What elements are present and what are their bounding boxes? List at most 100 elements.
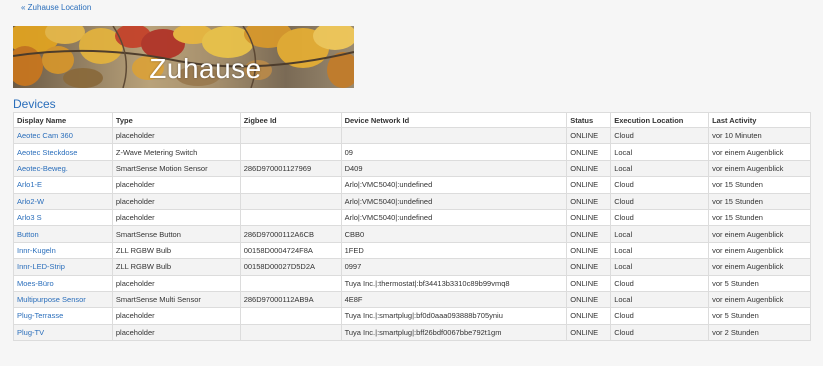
device-name-link[interactable]: Plug-TV [17,328,44,337]
execution-location: Cloud [610,307,710,325]
device-network-id: Arlo|:VMC5040|:undefined [340,208,568,227]
device-name-link[interactable]: Innr-Kugeln [17,246,56,255]
last-activity: vor einem Augenblick [708,159,811,178]
table-row: Aeotec Steckdose Z-Wave Metering Switch 09… [13,143,811,161]
device-name-link[interactable]: Innr-LED-Strip [17,262,65,271]
execution-location: Local [610,143,710,161]
table-row: Arlo1-E placeholder Arlo|:VMC5040|:undefin… [13,176,811,194]
device-network-id: Tuya Inc.|:smartplug|:bff26bdf0067bbe792… [340,323,568,342]
table-row: Aeotec Cam 360 placeholder ONLINE Cloud vor … [13,126,811,145]
device-network-id: Tuya Inc.|:smartplug|:bf0d0aaa093888b705… [340,307,568,325]
last-activity: vor 2 Stunden [708,323,811,342]
device-type: placeholder [111,307,241,325]
zigbee-id: 286D97000112A6CB [239,225,342,243]
last-activity: vor 15 Stunden [708,192,811,210]
device-name-cell: Button [13,225,113,243]
device-type: placeholder [111,126,241,145]
device-name-link[interactable]: Plug-Terrasse [17,311,63,320]
device-status: ONLINE [566,143,612,161]
table-row: Aeotec-Beweg. SmartSense Motion Sensor 286… [13,159,811,178]
device-type: SmartSense Button [111,225,241,243]
device-network-id: D409 [340,159,568,178]
device-network-id: Tuya Inc.|:thermostat|:bf34413b3310c89b9… [340,274,568,292]
device-type: placeholder [111,208,241,227]
device-type: placeholder [111,274,241,292]
device-type: placeholder [111,323,241,342]
execution-location: Local [610,225,710,243]
last-activity: vor 15 Stunden [708,176,811,194]
table-row: Arlo2-W placeholder Arlo|:VMC5040|:undefin… [13,192,811,210]
column-header-zigbee-id[interactable]: Zigbee Id [239,112,342,128]
column-header-device-network-id[interactable]: Device Network Id [340,112,568,128]
execution-location: Cloud [610,208,710,227]
back-to-location-link[interactable]: « Zuhause Location [21,3,91,12]
device-name-link[interactable]: Aeotec-Beweg. [17,164,68,173]
devices-table: Display Name Type Zigbee Id Device Netwo… [13,112,811,342]
location-banner: Zuhause [13,26,354,88]
device-status: ONLINE [566,176,612,194]
device-type: Z-Wave Metering Switch [111,143,241,161]
zigbee-id [239,208,342,227]
device-status: ONLINE [566,307,612,325]
device-name-cell: Plug-Terrasse [13,307,113,325]
column-header-last-activity[interactable]: Last Activity [708,112,811,128]
last-activity: vor 5 Stunden [708,307,811,325]
table-row: Arlo3 S placeholder Arlo|:VMC5040|:undefin… [13,208,811,227]
zigbee-id: 00158D00027D5D2A [239,258,342,276]
column-header-type[interactable]: Type [111,112,241,128]
device-name-link[interactable]: Aeotec Cam 360 [17,131,73,140]
device-name-link[interactable]: Arlo1-E [17,180,42,189]
execution-location: Cloud [610,176,710,194]
execution-location: Cloud [610,274,710,292]
device-name-cell: Moes-Büro [13,274,113,292]
zigbee-id [239,192,342,210]
last-activity: vor einem Augenblick [708,290,811,309]
device-name-link[interactable]: Arlo2-W [17,197,44,206]
zigbee-id [239,323,342,342]
zigbee-id: 286D97000112AB9A [239,290,342,309]
zigbee-id [239,307,342,325]
column-header-display-name[interactable]: Display Name [13,112,113,128]
device-network-id: Arlo|:VMC5040|:undefined [340,176,568,194]
last-activity: vor 15 Stunden [708,208,811,227]
device-status: ONLINE [566,225,612,243]
device-type: placeholder [111,176,241,194]
last-activity: vor 10 Minuten [708,126,811,145]
device-type: ZLL RGBW Bulb [111,258,241,276]
device-network-id: 4E8F [340,290,568,309]
table-row: Multipurpose Sensor SmartSense Multi Sens… [13,290,811,309]
table-row: Innr-LED-Strip ZLL RGBW Bulb 00158D00027D5… [13,258,811,276]
device-status: ONLINE [566,126,612,145]
location-title: Zuhause [149,53,262,84]
zigbee-id [239,274,342,292]
device-status: ONLINE [566,323,612,342]
device-network-id: 0997 [340,258,568,276]
device-name-cell: Aeotec Steckdose [13,143,113,161]
zigbee-id: 00158D0004724F8A [239,241,342,260]
table-header-row: Display Name Type Zigbee Id Device Netwo… [13,112,811,128]
device-name-link[interactable]: Aeotec Steckdose [17,148,77,157]
column-header-status[interactable]: Status [566,112,612,128]
execution-location: Local [610,241,710,260]
device-name-link[interactable]: Button [17,230,39,239]
device-status: ONLINE [566,241,612,260]
execution-location: Local [610,258,710,276]
device-name-link[interactable]: Multipurpose Sensor [17,295,86,304]
device-network-id [340,126,568,145]
device-name-link[interactable]: Arlo3 S [17,213,42,222]
column-header-execution-location[interactable]: Execution Location [610,112,710,128]
device-network-id: CBB0 [340,225,568,243]
device-status: ONLINE [566,208,612,227]
device-status: ONLINE [566,159,612,178]
device-name-link[interactable]: Moes-Büro [17,279,54,288]
device-name-cell: Arlo2-W [13,192,113,210]
zigbee-id [239,126,342,145]
last-activity: vor einem Augenblick [708,143,811,161]
execution-location: Cloud [610,126,710,145]
device-network-id: 09 [340,143,568,161]
table-row: Innr-Kugeln ZLL RGBW Bulb 00158D0004724F8A… [13,241,811,260]
device-name-cell: Innr-LED-Strip [13,258,113,276]
device-name-cell: Arlo3 S [13,208,113,227]
table-row: Plug-TV placeholder Tuya Inc.|:smartplug|:… [13,323,811,342]
device-type: SmartSense Motion Sensor [111,159,241,178]
